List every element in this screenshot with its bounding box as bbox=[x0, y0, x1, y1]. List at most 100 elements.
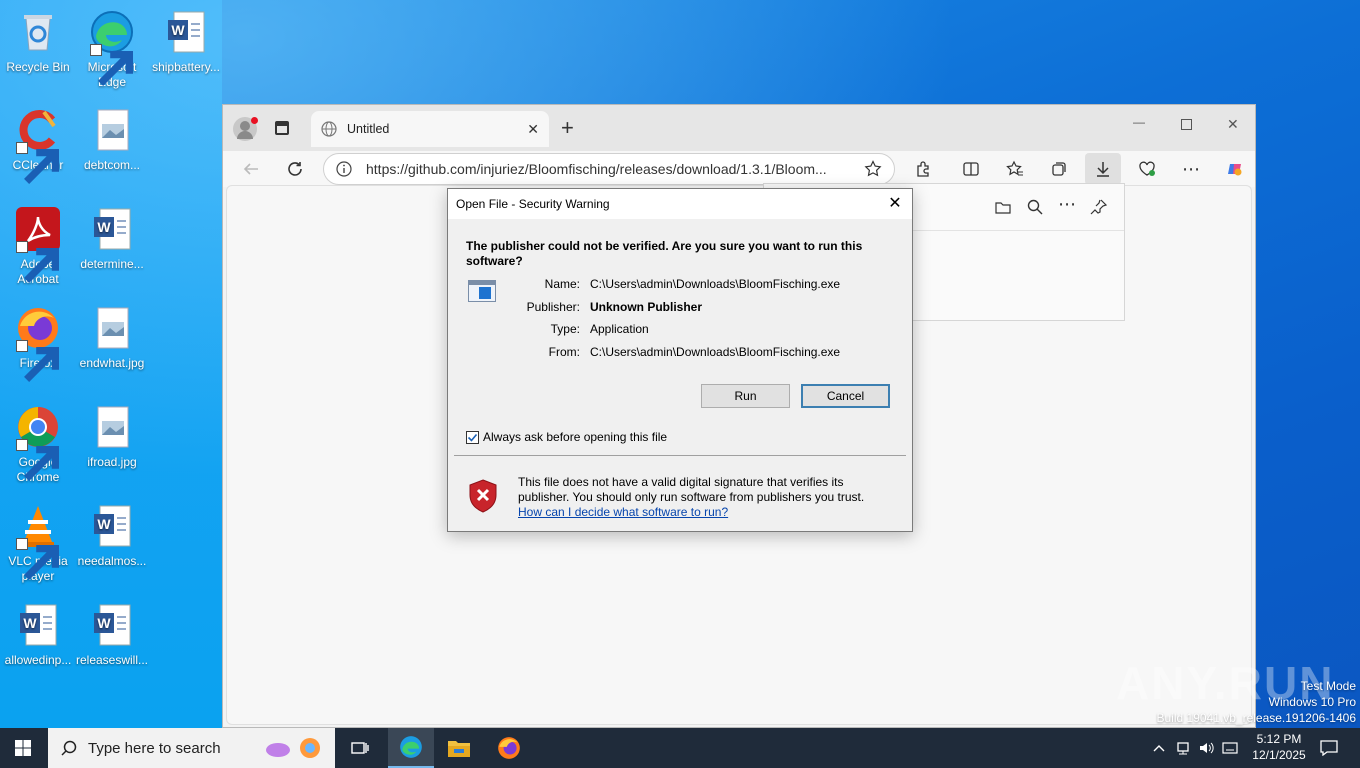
watermark-line: Test Mode bbox=[1300, 679, 1356, 693]
tab-title: Untitled bbox=[347, 122, 390, 136]
desktop-icon-vlc[interactable]: VLC media player bbox=[0, 502, 76, 584]
more-menu-button[interactable]: ⋯ bbox=[1173, 153, 1209, 185]
shortcut-arrow-icon bbox=[90, 44, 133, 86]
tab-untitled[interactable]: Untitled ✕ bbox=[311, 111, 549, 147]
downloads-button[interactable] bbox=[1085, 153, 1121, 185]
start-button[interactable] bbox=[0, 728, 46, 768]
window-close-button[interactable]: ✕ bbox=[1227, 116, 1239, 133]
desktop-icon-ifroad[interactable]: ifroad.jpg bbox=[74, 403, 150, 470]
svg-text:W: W bbox=[97, 219, 111, 235]
action-center-button[interactable] bbox=[1314, 728, 1344, 768]
minimize-button[interactable]: — bbox=[1133, 115, 1145, 129]
acrobat-icon bbox=[14, 205, 62, 283]
taskbar-firefox[interactable] bbox=[486, 728, 532, 768]
shortcut-arrow-icon bbox=[16, 538, 59, 580]
desktop-icon-edge[interactable]: Microsoft Edge bbox=[74, 8, 150, 90]
back-button[interactable] bbox=[233, 153, 269, 185]
desktop-icon-acrobat[interactable]: Adobe Acrobat bbox=[0, 205, 76, 287]
task-view-button[interactable] bbox=[337, 728, 383, 768]
notification-icon bbox=[1320, 740, 1338, 756]
download-icon bbox=[1097, 162, 1109, 177]
search-downloads-icon[interactable] bbox=[1026, 198, 1044, 219]
tab-close-icon[interactable]: ✕ bbox=[527, 121, 539, 138]
maximize-button[interactable] bbox=[1181, 119, 1192, 130]
copilot-button[interactable] bbox=[1217, 153, 1253, 185]
address-text: https://github.com/injuriez/Bloomfischin… bbox=[366, 161, 827, 177]
taskbar-edge[interactable] bbox=[388, 728, 434, 768]
desktop-icon-determine[interactable]: W determine... bbox=[74, 205, 150, 272]
ellipsis-icon: ⋯ bbox=[1182, 158, 1200, 179]
desktop-icon-endwhat[interactable]: endwhat.jpg bbox=[74, 304, 150, 371]
desktop-icon-shipbattery[interactable]: W shipbattery... bbox=[148, 8, 224, 75]
copilot-icon bbox=[1228, 164, 1242, 176]
taskbar-file-explorer[interactable] bbox=[436, 728, 482, 768]
taskbar: Type here to search 5:12 PM 12/1/2025 bbox=[0, 728, 1360, 768]
clock-date: 12/1/2025 bbox=[1252, 748, 1306, 762]
desktop-icon-debtcom[interactable]: debtcom... bbox=[74, 106, 150, 173]
checkbox-box[interactable] bbox=[466, 430, 479, 444]
downloads-more-icon[interactable]: ⋯ bbox=[1058, 194, 1076, 215]
desktop-icon-label: allowedinp... bbox=[4, 653, 72, 667]
refresh-icon bbox=[288, 162, 302, 176]
browser-essentials-button[interactable] bbox=[1129, 153, 1165, 185]
clock-time: 5:12 PM bbox=[1256, 732, 1302, 746]
favorite-star-icon[interactable] bbox=[864, 160, 882, 178]
desktop-icon-ccleaner[interactable]: CCleaner bbox=[0, 106, 76, 184]
open-downloads-folder-icon[interactable] bbox=[994, 198, 1012, 219]
network-tray[interactable] bbox=[1174, 728, 1192, 768]
globe-icon bbox=[321, 121, 337, 137]
profile-avatar[interactable] bbox=[233, 117, 258, 141]
collections-button[interactable] bbox=[1041, 153, 1077, 185]
desktop-icon-firefox[interactable]: Firefox bbox=[0, 304, 76, 382]
split-screen-button[interactable] bbox=[953, 153, 989, 185]
word-doc-icon: W bbox=[162, 8, 210, 56]
refresh-button[interactable] bbox=[277, 153, 313, 185]
shield-error-icon bbox=[468, 479, 498, 516]
keyboard-tray[interactable] bbox=[1220, 728, 1240, 768]
svg-text:W: W bbox=[97, 615, 111, 631]
taskbar-search[interactable]: Type here to search bbox=[48, 728, 335, 768]
desktop-icon-chrome[interactable]: Google Chrome bbox=[0, 403, 76, 485]
speaker-icon bbox=[1200, 742, 1214, 754]
extensions-button[interactable] bbox=[905, 153, 941, 185]
windows-logo-icon bbox=[15, 740, 31, 756]
show-hidden-icons[interactable] bbox=[1150, 728, 1168, 768]
site-info-icon[interactable] bbox=[336, 161, 352, 177]
heart-pulse-icon bbox=[1139, 161, 1155, 176]
desktop-icon-recycle-bin[interactable]: Recycle Bin bbox=[0, 8, 76, 75]
watermark-line: Build 19041.vb_release.191206-1406 bbox=[1156, 711, 1357, 725]
search-icon bbox=[61, 740, 77, 756]
word-doc-icon: W bbox=[88, 601, 136, 649]
field-value: Unknown Publisher bbox=[590, 300, 703, 314]
chevron-up-icon bbox=[1153, 745, 1165, 752]
desktop-icon-label: debtcom... bbox=[83, 158, 141, 172]
chrome-icon bbox=[14, 403, 62, 481]
help-link[interactable]: How can I decide what software to run? bbox=[518, 505, 888, 520]
taskbar-clock[interactable]: 5:12 PM 12/1/2025 bbox=[1246, 731, 1312, 763]
pin-icon[interactable] bbox=[1090, 198, 1108, 219]
desktop-icon-needalmos[interactable]: W needalmos... bbox=[74, 502, 150, 569]
desktop-icon-label: releaseswill... bbox=[75, 653, 149, 667]
favorites-button[interactable] bbox=[997, 153, 1033, 185]
volume-tray[interactable] bbox=[1197, 728, 1215, 768]
word-doc-icon: W bbox=[14, 601, 62, 649]
address-bar[interactable]: https://github.com/injuriez/Bloomfischin… bbox=[323, 153, 895, 185]
desktop-icon-label: needalmos... bbox=[77, 554, 147, 568]
vlc-icon bbox=[14, 502, 62, 580]
shortcut-arrow-icon bbox=[16, 142, 59, 184]
notification-dot bbox=[251, 117, 258, 124]
checkbox-label: Always ask before opening this file bbox=[483, 430, 668, 444]
desktop-icon-releaseswill[interactable]: W releaseswill... bbox=[74, 601, 150, 668]
dialog-close-icon[interactable]: ✕ bbox=[886, 195, 904, 213]
new-tab-button[interactable]: + bbox=[561, 115, 574, 141]
field-type-row: Type: Application bbox=[508, 322, 649, 336]
always-ask-checkbox[interactable]: Always ask before opening this file bbox=[466, 430, 667, 444]
field-label: Type: bbox=[550, 322, 580, 336]
desktop-icon-allowedinp[interactable]: W allowedinp... bbox=[0, 601, 76, 668]
cancel-button[interactable]: Cancel bbox=[801, 384, 890, 408]
firefox-icon bbox=[498, 737, 520, 759]
edge-icon bbox=[88, 8, 136, 86]
tab-actions-icon[interactable] bbox=[275, 121, 289, 135]
run-button[interactable]: Run bbox=[701, 384, 790, 408]
task-view-icon bbox=[351, 742, 369, 754]
